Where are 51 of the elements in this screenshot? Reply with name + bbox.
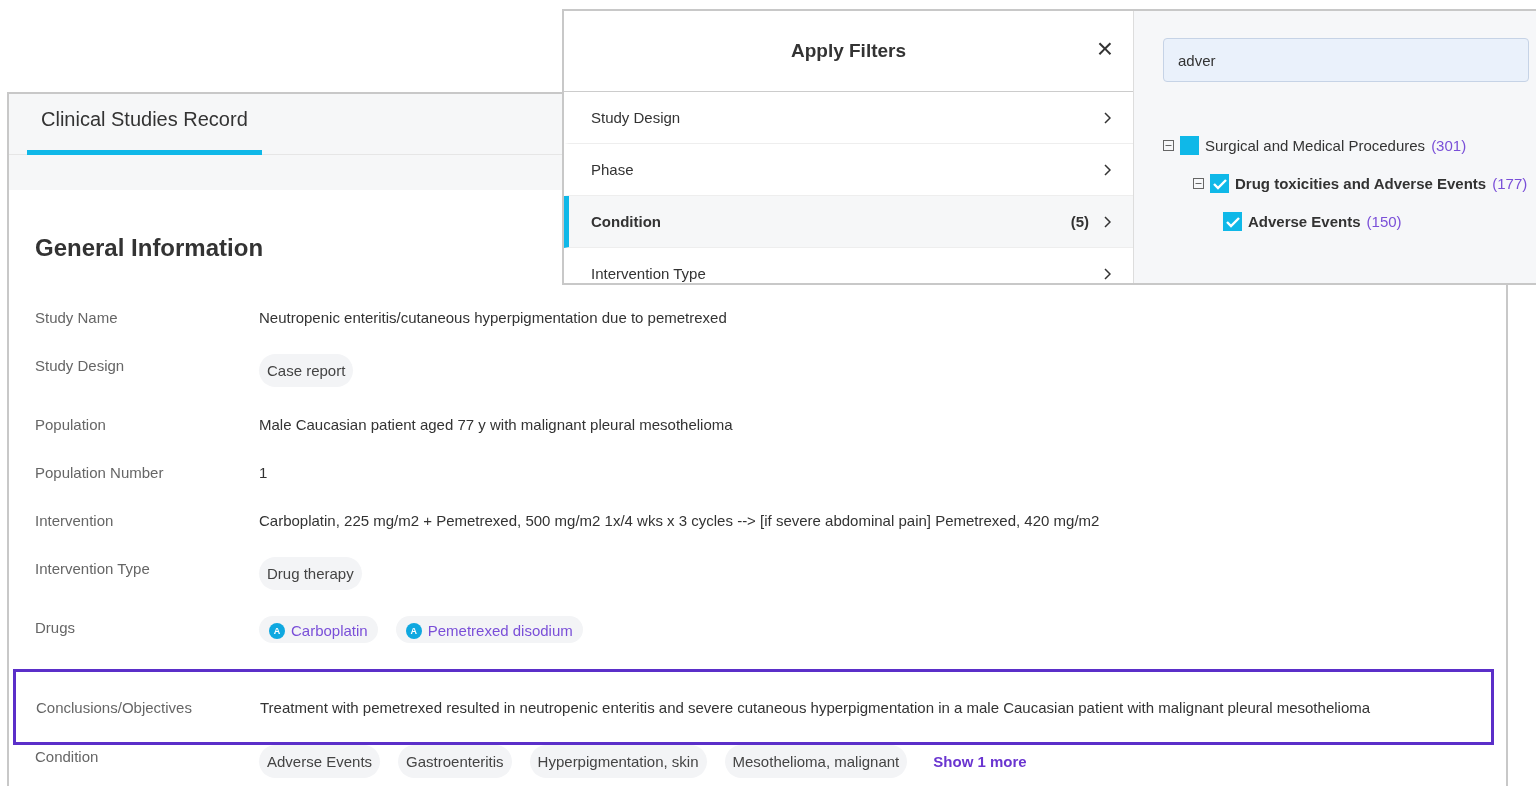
category-label: Condition bbox=[591, 213, 662, 230]
item-count: (301) bbox=[1431, 136, 1467, 154]
field-label: Intervention Type bbox=[35, 559, 151, 577]
search-field[interactable]: adver bbox=[1163, 38, 1529, 82]
tree-item-label: Drug toxicities and Adverse Events bbox=[1235, 174, 1487, 192]
checkbox[interactable] bbox=[1223, 211, 1242, 231]
checkbox[interactable] bbox=[1180, 135, 1199, 155]
tag-chip: Adverse Events bbox=[259, 745, 381, 778]
field-label: Condition bbox=[35, 747, 100, 765]
item-count: (177) bbox=[1492, 174, 1528, 192]
chevron-icon bbox=[1103, 215, 1111, 228]
collapse-icon[interactable] bbox=[1193, 177, 1204, 189]
tag-chip: Hyperpigmentation, skin bbox=[529, 745, 707, 778]
category-label: Intervention Type bbox=[591, 265, 707, 282]
field-value: Treatment with pemetrexed resulted in neutropenic enteritis and severe cutaneous hyperpigmentation in a male Caucasian patient with malignant pleural mesothelioma bbox=[260, 698, 1372, 716]
field-value: Neutropenic enteritis/cutaneous hyperpigmentation due to pemetrexed bbox=[259, 308, 728, 326]
drug-link[interactable]: A Carboplatin bbox=[259, 616, 378, 643]
field-label: Drugs bbox=[35, 618, 76, 636]
show-more-link[interactable]: Show 1 more bbox=[933, 753, 1027, 770]
drug-badge: A bbox=[405, 622, 422, 639]
field-label: Intervention bbox=[35, 511, 115, 529]
checkbox[interactable] bbox=[1210, 173, 1229, 193]
field-label: Population bbox=[35, 415, 107, 433]
tree-item-label: Adverse Events bbox=[1248, 212, 1361, 230]
category-count: (5) bbox=[1070, 213, 1089, 230]
record-tab[interactable]: Clinical Studies Record bbox=[27, 94, 262, 155]
category-label: Phase bbox=[591, 161, 635, 178]
tag-chip: Case report bbox=[259, 354, 354, 387]
field-value: Carboplatin, 225 mg/m2 + Pemetrexed, 500 mg/m2 1x/4 wks x 3 cycles --> [if severe abdominal pain] Pemetrexed, 420 mg/m2 bbox=[259, 511, 1101, 529]
tag-chip: Mesothelioma, malignant bbox=[724, 745, 908, 778]
chevron-icon bbox=[1103, 267, 1111, 280]
field-label: Conclusions/Objectives bbox=[36, 698, 193, 716]
tree-item-label: Surgical and Medical Procedures bbox=[1205, 136, 1426, 154]
filter-category[interactable]: Condition (5) bbox=[564, 196, 1133, 248]
dialog-title: Apply Filters bbox=[790, 40, 907, 62]
field-label: Study Design bbox=[35, 356, 126, 374]
drug-link[interactable]: A Pemetrexed disodium bbox=[395, 616, 583, 643]
chevron-icon bbox=[1103, 111, 1111, 124]
field-label: Study Name bbox=[35, 308, 119, 326]
field-value: Male Caucasian patient aged 77 y with malignant pleural mesothelioma bbox=[259, 415, 734, 433]
close-button[interactable]: × bbox=[1096, 35, 1113, 63]
item-count: (150) bbox=[1366, 212, 1402, 230]
tag-chip: Drug therapy bbox=[259, 557, 362, 590]
drug-badge: A bbox=[269, 622, 285, 639]
collapse-icon[interactable] bbox=[1163, 139, 1174, 151]
field-label: Population Number bbox=[35, 463, 165, 481]
chevron-icon bbox=[1103, 163, 1111, 176]
tag-chip: Gastroenteritis bbox=[398, 745, 512, 778]
category-label: Study Design bbox=[591, 109, 682, 126]
field-value: 1 bbox=[259, 463, 269, 481]
section-title: General Information bbox=[35, 234, 265, 262]
